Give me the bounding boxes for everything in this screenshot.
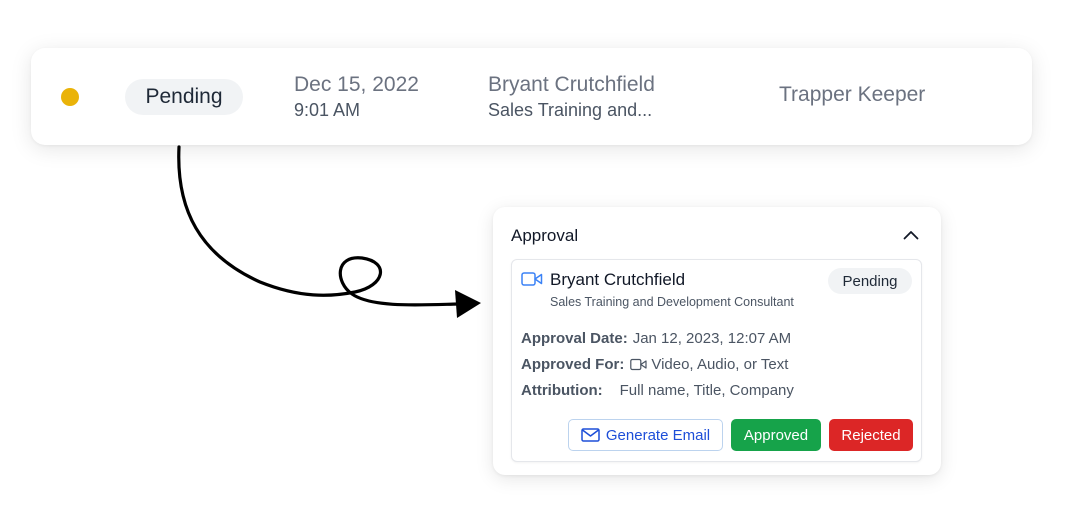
chevron-up-icon <box>903 231 919 240</box>
pending-status-dot <box>61 88 79 106</box>
collapse-button[interactable] <box>899 223 923 247</box>
approved-button[interactable]: Approved <box>731 419 821 451</box>
time-text: 9:01 AM <box>294 100 361 120</box>
video-camera-icon <box>521 272 543 286</box>
approved-for-value: Video, Audio, or Text <box>651 356 789 373</box>
envelope-icon <box>581 428 600 442</box>
submission-row[interactable]: Pending Dec 15, 2022 9:01 AM Bryant Crut… <box>31 48 1032 145</box>
reviewer-name: Bryant Crutchfield <box>550 270 686 289</box>
person-title: Sales Training and... <box>488 100 653 120</box>
approved-label: Approved <box>743 426 809 444</box>
approval-status-badge: Pending <box>828 268 912 294</box>
approval-date-row: Approval Date: Jan 12, 2023, 12:07 AM <box>521 330 791 347</box>
status-badge: Pending <box>125 79 243 115</box>
rejected-button[interactable]: Rejected <box>829 419 913 451</box>
person-name: Bryant Crutchfield <box>488 73 655 96</box>
reviewer-title: Sales Training and Development Consultan… <box>550 295 794 309</box>
approved-for-label: Approved For: <box>521 356 625 373</box>
video-icon <box>630 358 647 371</box>
person-info: Bryant Crutchfield Sales Training and... <box>488 72 655 122</box>
approval-panel: Approval Bryant Crutchfield Sales Traini… <box>493 207 941 475</box>
date-text: Dec 15, 2022 <box>294 73 419 96</box>
approval-date-value: Jan 12, 2023, 12:07 AM <box>632 330 792 347</box>
attribution-row: Attribution: Full name, Title, Company <box>521 382 794 399</box>
approval-heading: Approval <box>511 226 579 245</box>
stage: Pending Dec 15, 2022 9:01 AM Bryant Crut… <box>0 0 1080 519</box>
attribution-value: Full name, Title, Company <box>619 382 794 399</box>
rejected-label: Rejected <box>841 426 901 444</box>
generate-email-button[interactable]: Generate Email <box>568 419 723 451</box>
approval-date-label: Approval Date: <box>521 330 628 347</box>
generate-email-label: Generate Email <box>605 426 711 444</box>
approved-for-row: Approved For: Video, Audio, or Text <box>521 356 788 373</box>
submission-date: Dec 15, 2022 9:01 AM <box>294 72 419 122</box>
approval-card: Bryant Crutchfield Sales Training and De… <box>511 259 922 462</box>
attribution-label: Attribution: <box>521 382 603 399</box>
organization-name: Trapper Keeper <box>779 83 926 106</box>
